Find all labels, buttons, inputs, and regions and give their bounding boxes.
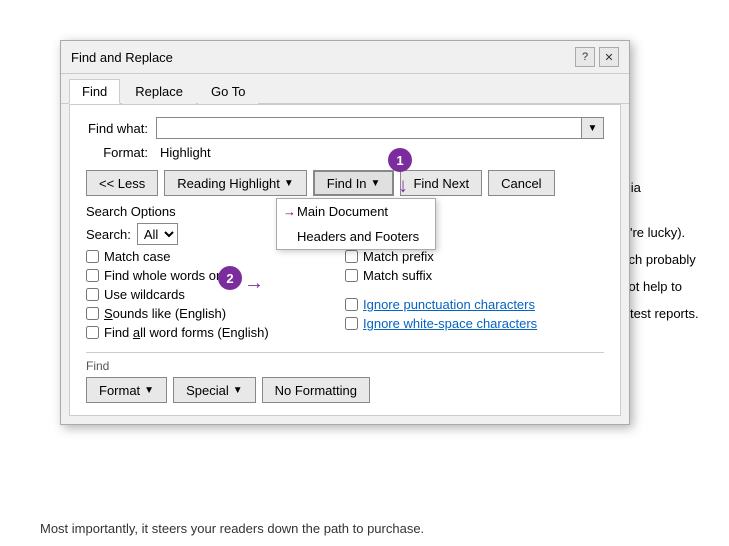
whole-words-row: Find whole words only (86, 268, 345, 283)
find-next-button[interactable]: Find Next (400, 170, 482, 196)
bottom-button-row: Format ▼ Special ▼ No Formatting (86, 377, 604, 403)
ignore-punctuation-row: Ignore punctuation characters (345, 297, 604, 312)
special-button[interactable]: Special ▼ (173, 377, 256, 403)
whole-words-checkbox[interactable] (86, 269, 99, 282)
match-case-label: Match case (104, 249, 170, 264)
no-formatting-button[interactable]: No Formatting (262, 377, 370, 403)
search-select[interactable]: All (137, 223, 178, 245)
wildcards-row: Use wildcards (86, 287, 345, 302)
find-all-forms-label: Find all word forms (English) (104, 325, 269, 340)
bottom-section: Find Format ▼ Special ▼ No Formatting (86, 352, 604, 403)
tab-replace[interactable]: Replace (122, 79, 196, 104)
match-case-checkbox[interactable] (86, 250, 99, 263)
dialog-content: Find what: ▼ Format: Highlight << Less R… (69, 104, 621, 416)
match-suffix-label: Match suffix (363, 268, 432, 283)
annotation-2-arrow: → (244, 272, 264, 295)
special-arrow-icon: ▼ (233, 385, 243, 396)
annotation-1-arrow: ↑ (398, 175, 408, 198)
find-what-input[interactable] (156, 117, 582, 139)
sounds-like-label: Sounds like (English) (104, 306, 226, 321)
dropdown-headers-footers[interactable]: Headers and Footers (277, 224, 435, 249)
find-in-dropdown: → Main Document Headers and Footers (276, 198, 436, 250)
annotation-1: 1 (388, 148, 412, 172)
format-button[interactable]: Format ▼ (86, 377, 167, 403)
doc-bottom-text: Most importantly, it steers your readers… (40, 521, 424, 536)
sounds-like-checkbox[interactable] (86, 307, 99, 320)
match-suffix-row: Match suffix (345, 268, 604, 283)
tab-find[interactable]: Find (69, 79, 120, 104)
ignore-whitespace-label: Ignore white-space characters (363, 316, 537, 331)
ignore-punctuation-label: Ignore punctuation characters (363, 297, 535, 312)
dropdown-main-document[interactable]: → Main Document (277, 199, 435, 224)
less-button[interactable]: << Less (86, 170, 158, 196)
title-bar-controls: ? ✕ (575, 47, 619, 67)
find-all-forms-row: Find all word forms (English) (86, 325, 345, 340)
whole-words-label: Find whole words only (104, 268, 233, 283)
main-button-row: << Less Reading Highlight ▼ Find In ▼ Fi… (86, 170, 604, 196)
match-case-row: Match case (86, 249, 345, 264)
tab-go-to[interactable]: Go To (198, 79, 258, 104)
annotation-2: 2 (218, 266, 242, 290)
ignore-punctuation-checkbox[interactable] (345, 298, 358, 311)
reading-highlight-button[interactable]: Reading Highlight ▼ (164, 170, 307, 196)
match-prefix-checkbox[interactable] (345, 250, 358, 263)
dropdown-arrow-icon: → (283, 204, 296, 219)
search-label: Search: (86, 227, 131, 242)
format-label: Format: (86, 145, 156, 160)
cancel-button[interactable]: Cancel (488, 170, 554, 196)
match-prefix-row: Match prefix (345, 249, 604, 264)
find-all-forms-checkbox[interactable] (86, 326, 99, 339)
help-button[interactable]: ? (575, 47, 595, 67)
format-arrow-icon: ▼ (144, 385, 154, 396)
ignore-whitespace-checkbox[interactable] (345, 317, 358, 330)
sounds-like-row: Sounds like (English) (86, 306, 345, 321)
find-in-arrow: ▼ (371, 178, 381, 189)
right-options-col: Match prefix Match suffix Ignore punctua… (345, 249, 604, 344)
wildcards-label: Use wildcards (104, 287, 185, 302)
match-suffix-checkbox[interactable] (345, 269, 358, 282)
dialog-tabs: Find Replace Go To (61, 74, 629, 104)
find-what-label: Find what: (86, 121, 156, 136)
close-button[interactable]: ✕ (599, 47, 619, 67)
options-grid: Match case Find whole words only Use wil… (86, 249, 604, 344)
dialog-title: Find and Replace (71, 50, 173, 65)
find-what-row: Find what: ▼ (86, 117, 604, 139)
bottom-section-label: Find (86, 359, 604, 373)
reading-highlight-arrow: ▼ (284, 178, 294, 189)
find-in-button[interactable]: Find In ▼ (313, 170, 395, 196)
format-row: Format: Highlight (86, 145, 604, 160)
match-prefix-label: Match prefix (363, 249, 434, 264)
ignore-whitespace-row: Ignore white-space characters (345, 316, 604, 331)
find-replace-dialog: Find and Replace ? ✕ Find Replace Go To … (60, 40, 630, 425)
left-options-col: Match case Find whole words only Use wil… (86, 249, 345, 344)
find-what-dropdown-btn[interactable]: ▼ (582, 117, 604, 139)
wildcards-checkbox[interactable] (86, 288, 99, 301)
dialog-title-bar: Find and Replace ? ✕ (61, 41, 629, 74)
format-value: Highlight (160, 145, 211, 160)
